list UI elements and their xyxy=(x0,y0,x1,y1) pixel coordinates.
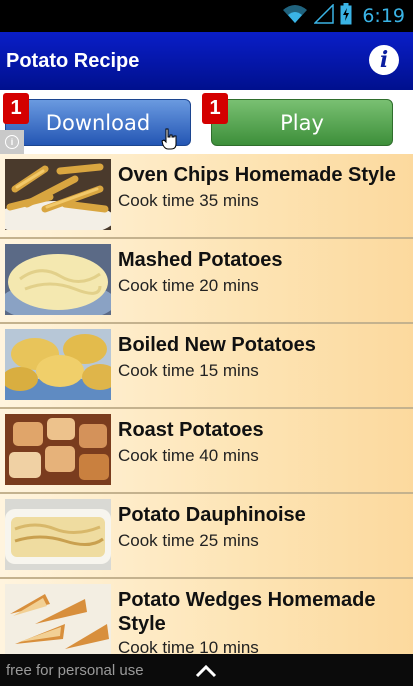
recipe-name: Boiled New Potatoes xyxy=(118,334,316,356)
recipe-cook-time: Cook time 40 mins xyxy=(118,446,259,465)
hand-cursor-icon xyxy=(161,128,177,150)
bottom-bar: free for personal use xyxy=(0,654,413,686)
recipe-item[interactable]: Potato Wedges Homemade Style Cook time 1… xyxy=(0,579,413,654)
ad-info-icon[interactable]: i xyxy=(0,130,24,154)
signal-icon xyxy=(313,3,335,28)
footer-note: free for personal use xyxy=(6,661,144,679)
recipe-cook-time: Cook time 15 mins xyxy=(118,361,259,380)
recipe-name: Mashed Potatoes xyxy=(118,249,283,271)
app-bar: Potato Recipe i xyxy=(0,32,413,90)
oven-chips-thumbnail xyxy=(5,159,111,230)
clock: 6:19 xyxy=(362,5,405,27)
recipe-name: Potato Dauphinoise xyxy=(118,504,306,526)
recipe-name: Potato Wedges Homemade Style xyxy=(118,589,376,635)
recipe-item[interactable]: Boiled New Potatoes Cook time 15 mins xyxy=(0,324,413,409)
info-icon[interactable]: i xyxy=(369,45,399,75)
potato-wedges-thumbnail xyxy=(5,584,111,654)
recipe-list[interactable]: Oven Chips Homemade Style Cook time 35 m… xyxy=(0,154,413,654)
recipe-item[interactable]: Roast Potatoes Cook time 40 mins xyxy=(0,409,413,494)
recipe-item[interactable]: Oven Chips Homemade Style Cook time 35 m… xyxy=(0,154,413,239)
app-title: Potato Recipe xyxy=(6,49,140,72)
potato-dauphinoise-thumbnail xyxy=(5,499,111,570)
download-badge: 1 xyxy=(3,93,29,124)
play-badge: 1 xyxy=(202,93,228,124)
battery-icon xyxy=(340,3,352,29)
recipe-cook-time: Cook time 35 mins xyxy=(118,191,259,210)
recipe-item[interactable]: Mashed Potatoes Cook time 20 mins xyxy=(0,239,413,324)
roast-potatoes-thumbnail xyxy=(5,414,111,485)
mashed-potatoes-thumbnail xyxy=(5,244,111,315)
recipe-name: Oven Chips Homemade Style xyxy=(118,164,396,186)
play-button[interactable]: Play xyxy=(211,99,393,146)
recipe-cook-time: Cook time 20 mins xyxy=(118,276,259,295)
recipe-cook-time: Cook time 25 mins xyxy=(118,531,259,550)
chevron-up-icon[interactable] xyxy=(195,664,217,678)
wifi-icon xyxy=(282,4,308,28)
status-bar: 6:19 xyxy=(0,0,413,32)
recipe-cook-time: Cook time 10 mins xyxy=(118,638,259,654)
recipe-item[interactable]: Potato Dauphinoise Cook time 25 mins xyxy=(0,494,413,579)
boiled-potatoes-thumbnail xyxy=(5,329,111,400)
ad-banner: Download 1 Play 1 i xyxy=(0,90,413,154)
download-button-label: Download xyxy=(45,110,151,135)
play-button-label: Play xyxy=(280,110,324,135)
recipe-name: Roast Potatoes xyxy=(118,419,264,441)
